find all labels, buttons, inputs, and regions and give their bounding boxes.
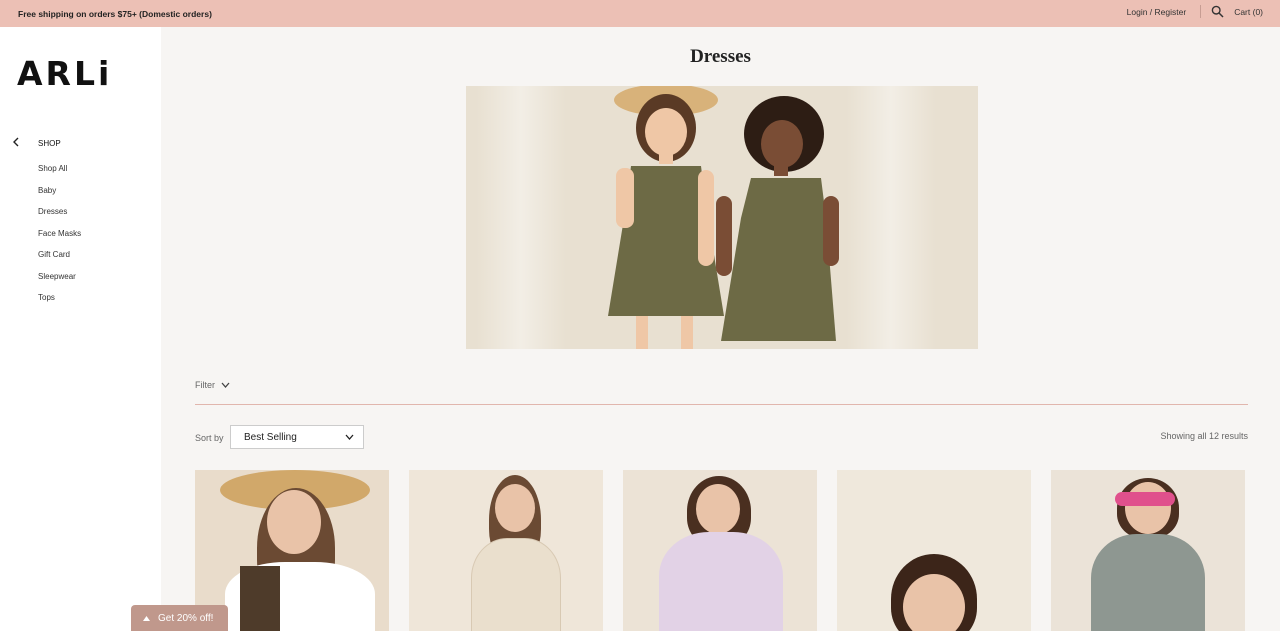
announcement-bar: Free shipping on orders $75+ (Domestic o… <box>0 0 1280 27</box>
product-card[interactable] <box>409 470 603 631</box>
product-card[interactable] <box>837 470 1031 631</box>
announcement-text: Free shipping on orders $75+ (Domestic o… <box>18 9 212 19</box>
hero-photo-illustration <box>608 86 839 349</box>
main-content: Dresses Filter Sort by Best Selling Show… <box>161 27 1280 631</box>
sidebar-item-sleepwear[interactable]: Sleepwear <box>38 272 81 294</box>
product-card[interactable] <box>623 470 817 631</box>
sidebar-item-tops[interactable]: Tops <box>38 293 81 315</box>
sort-select[interactable]: Best Selling <box>230 425 364 449</box>
sidebar-item-gift-card[interactable]: Gift Card <box>38 250 81 272</box>
search-icon[interactable] <box>1211 5 1224 18</box>
product-grid <box>195 470 1248 631</box>
sidebar-section-label[interactable]: SHOP <box>38 139 61 148</box>
sidebar-item-dresses[interactable]: Dresses <box>38 207 81 229</box>
chevron-down-icon <box>221 382 230 388</box>
sidebar-item-shop-all[interactable]: Shop All <box>38 164 81 186</box>
sidebar-item-face-masks[interactable]: Face Masks <box>38 229 81 251</box>
page-title: Dresses <box>690 46 751 67</box>
results-count: Showing all 12 results <box>1160 431 1248 441</box>
sort-label: Sort by <box>195 433 224 443</box>
header-utilities: Login / Register Cart (0) <box>1127 5 1263 18</box>
brand-logo[interactable]: ARLi <box>17 54 112 93</box>
caret-up-icon <box>143 615 150 621</box>
chevron-down-icon <box>345 434 354 440</box>
chevron-left-icon[interactable] <box>11 137 21 147</box>
header-divider <box>1200 5 1202 18</box>
cart-link[interactable]: Cart (0) <box>1234 7 1263 17</box>
toolbar-divider <box>195 404 1248 405</box>
filter-toggle[interactable]: Filter <box>195 380 230 390</box>
sidebar-item-baby[interactable]: Baby <box>38 186 81 208</box>
collection-hero-image <box>466 86 978 349</box>
sidebar-nav: Shop All Baby Dresses Face Masks Gift Ca… <box>38 164 81 315</box>
discount-popup-tab[interactable]: Get 20% off! <box>131 605 228 631</box>
login-register-link[interactable]: Login / Register <box>1127 7 1187 17</box>
sort-selected-value: Best Selling <box>244 431 297 443</box>
sidebar: ARLi SHOP Shop All Baby Dresses Face Mas… <box>0 27 161 631</box>
discount-label: Get 20% off! <box>158 612 214 624</box>
product-card[interactable] <box>1051 470 1245 631</box>
filter-label: Filter <box>195 380 215 390</box>
